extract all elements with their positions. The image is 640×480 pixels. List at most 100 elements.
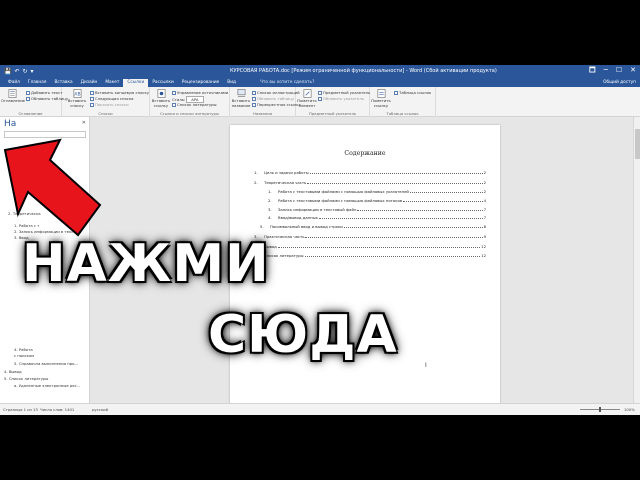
toc-entry[interactable]: 2. Теоретическая часть 2 <box>254 179 486 185</box>
minimize-icon[interactable]: ─ <box>604 66 608 77</box>
tab-file[interactable]: Файл <box>4 79 24 87</box>
close-icon[interactable]: ✕ <box>630 66 636 77</box>
show-notes-icon <box>90 102 94 107</box>
title-bar: 💾 ↶ ↻ ▾ КУРСОВАЯ РАБОТА.doc [Режим огран… <box>0 65 640 78</box>
toc-leader-dots <box>318 218 483 219</box>
toc-entry[interactable]: 5. Посимвольный ввод и вывод строки 8 <box>260 223 486 229</box>
cross-reference-button[interactable]: Перекрестная ссылка <box>252 102 301 107</box>
nav-item[interactable]: а. Удаленные электронные рес... <box>14 383 80 388</box>
zoom-knob[interactable] <box>599 407 601 412</box>
toc-leader-dots <box>304 256 481 257</box>
toc-entry-text: Ввод/вывод данных <box>278 215 318 220</box>
nav-item[interactable]: с поиском <box>14 353 34 358</box>
update-index-button[interactable]: Обновить указатель <box>318 96 364 101</box>
manage-sources-button[interactable]: Управление источниками <box>172 90 228 95</box>
nav-item[interactable]: 1. Работа с т <box>14 223 39 228</box>
tab-design[interactable]: Дизайн <box>77 79 102 87</box>
nav-item[interactable]: открыть это <box>10 177 35 182</box>
zoom-slider[interactable] <box>580 407 620 412</box>
next-footnote-button[interactable]: Следующая сноска <box>90 96 133 101</box>
quick-access-toolbar: 💾 ↶ ↻ ▾ <box>0 68 34 75</box>
toc-entry-text: Запись информации в текстовый файл <box>278 207 357 212</box>
tab-references[interactable]: Ссылки <box>123 79 149 87</box>
nav-item[interactable]: 2. Теоретическа <box>8 211 41 216</box>
show-notes-button[interactable]: Показать сноски <box>90 102 129 107</box>
toc-entry-page: 8 <box>483 224 486 229</box>
redo-icon[interactable]: ↻ <box>23 68 28 75</box>
toc-entry[interactable]: 2. Работа с текстовыми файлами с помощью … <box>268 197 486 203</box>
nav-item[interactable]: 4. Работа <box>14 347 33 352</box>
toc-button[interactable]: Оглавление <box>1 89 25 104</box>
endnote-icon <box>90 90 94 95</box>
mark-entry-button[interactable]: Пометить элемент <box>296 89 318 108</box>
nav-item[interactable]: 5. Список литературы <box>4 376 48 381</box>
tab-home[interactable]: Главная <box>24 79 51 87</box>
tell-me-search[interactable]: Что вы хотите сделать? <box>260 80 314 87</box>
insert-endnote-button[interactable]: Вставить концевую сноску <box>90 90 149 95</box>
toc-leader-dots <box>307 183 483 184</box>
group-captions: Вставить название Список иллюстраций Обн… <box>230 87 301 117</box>
group-toc-label: Оглавление <box>18 111 43 116</box>
caption-icon <box>237 89 245 97</box>
save-icon[interactable]: 💾 <box>4 68 11 75</box>
close-icon[interactable]: ✕ <box>82 120 86 126</box>
insert-citation-button[interactable]: Вставить ссылку <box>150 89 172 108</box>
language-indicator[interactable]: русский <box>92 407 108 412</box>
nav-item[interactable]: 5. Справочна выполнения про... <box>14 361 78 366</box>
insert-caption-button[interactable]: Вставить название <box>230 89 252 108</box>
group-authorities-label: Таблица ссылок <box>386 111 419 116</box>
toc-entry-number: 4. <box>268 215 272 220</box>
group-toc: Оглавление Добавить текст Обновить табли… <box>0 87 68 117</box>
toc-entry-page: 7 <box>483 207 486 212</box>
toc-entry-number: 1. <box>254 170 258 175</box>
undo-icon[interactable]: ↶ <box>14 68 19 75</box>
toc-entry[interactable]: 1. Цель и задачи работы 2 <box>254 169 486 175</box>
toc-entry-page: 2 <box>483 180 486 185</box>
refresh-figures-icon <box>252 96 256 101</box>
toc-entry-page: 7 <box>483 215 486 220</box>
document-page[interactable]: Содержание 1. Цель и задачи работы 2 2. Теор… <box>230 125 500 415</box>
toc-entry[interactable]: 3. Практическая часть 9 <box>254 233 486 239</box>
toc-entry[interactable]: 5. Список литературы 12 <box>254 252 486 258</box>
insert-index-button[interactable]: Предметный указатель <box>318 90 370 95</box>
page-count[interactable]: Страница 1 из 13 <box>3 407 38 412</box>
zoom-level[interactable]: 100% <box>624 407 635 412</box>
tab-insert[interactable]: Вставка <box>50 79 76 87</box>
table-of-authorities-button[interactable]: Таблица ссылок <box>394 90 431 95</box>
ribbon-display-icon[interactable]: 🗖 <box>589 66 596 77</box>
insert-footnote-button[interactable]: AB Вставить сноску <box>66 89 88 108</box>
maximize-icon[interactable]: ☐ <box>616 66 622 77</box>
word-count[interactable]: Число слов: 1401 <box>40 407 74 412</box>
table-of-figures-button[interactable]: Список иллюстраций <box>252 90 300 95</box>
bibliography-button[interactable]: Список литературы <box>172 102 217 107</box>
group-authorities: Пометить ссылку Таблица ссылок Таблица с… <box>370 87 436 117</box>
toc-entry[interactable]: 1. Работа с текстовыми файлами с помощью … <box>268 188 486 194</box>
nav-search-input[interactable] <box>4 131 86 138</box>
add-text-button[interactable]: Добавить текст <box>26 90 62 95</box>
vertical-scrollbar[interactable] <box>633 117 640 403</box>
sources-icon <box>172 90 176 95</box>
toc-leader-dots <box>409 192 483 193</box>
group-footnotes: AB Вставить сноску Вставить концевую сно… <box>62 87 150 117</box>
customize-qat-icon[interactable]: ▾ <box>31 68 34 75</box>
figures-icon <box>252 90 256 95</box>
toc-entry[interactable]: 4. Вывод 12 <box>254 243 486 249</box>
tab-mailings[interactable]: Рассылки <box>148 79 177 87</box>
authorities-icon <box>394 90 398 95</box>
toc-leader-dots <box>357 210 483 211</box>
update-figures-button[interactable]: Обновить таблицу <box>252 96 294 101</box>
tab-layout[interactable]: Макет <box>101 79 123 87</box>
mark-citation-button[interactable]: Пометить ссылку <box>370 89 392 108</box>
scrollbar-thumb[interactable] <box>635 129 640 159</box>
status-bar: Страница 1 из 13 Число слов: 1401 русски… <box>0 403 640 415</box>
group-citations: Вставить ссылку Управление источниками С… <box>150 87 230 117</box>
index-icon <box>318 90 322 95</box>
toc-entry[interactable]: 4. Ввод/вывод данных 7 <box>268 214 486 220</box>
nav-item[interactable]: 4. Вывод <box>4 369 22 374</box>
next-footnote-icon <box>90 96 94 101</box>
tab-view[interactable]: Вид <box>223 79 240 87</box>
tab-review[interactable]: Рецензирование <box>178 79 223 87</box>
share-button[interactable]: Общий доступ <box>603 80 636 85</box>
toc-entry[interactable]: 3. Запись информации в текстовый файл 7 <box>268 206 486 212</box>
toc-entry-text: Посимвольный ввод и вывод строки <box>270 224 343 229</box>
